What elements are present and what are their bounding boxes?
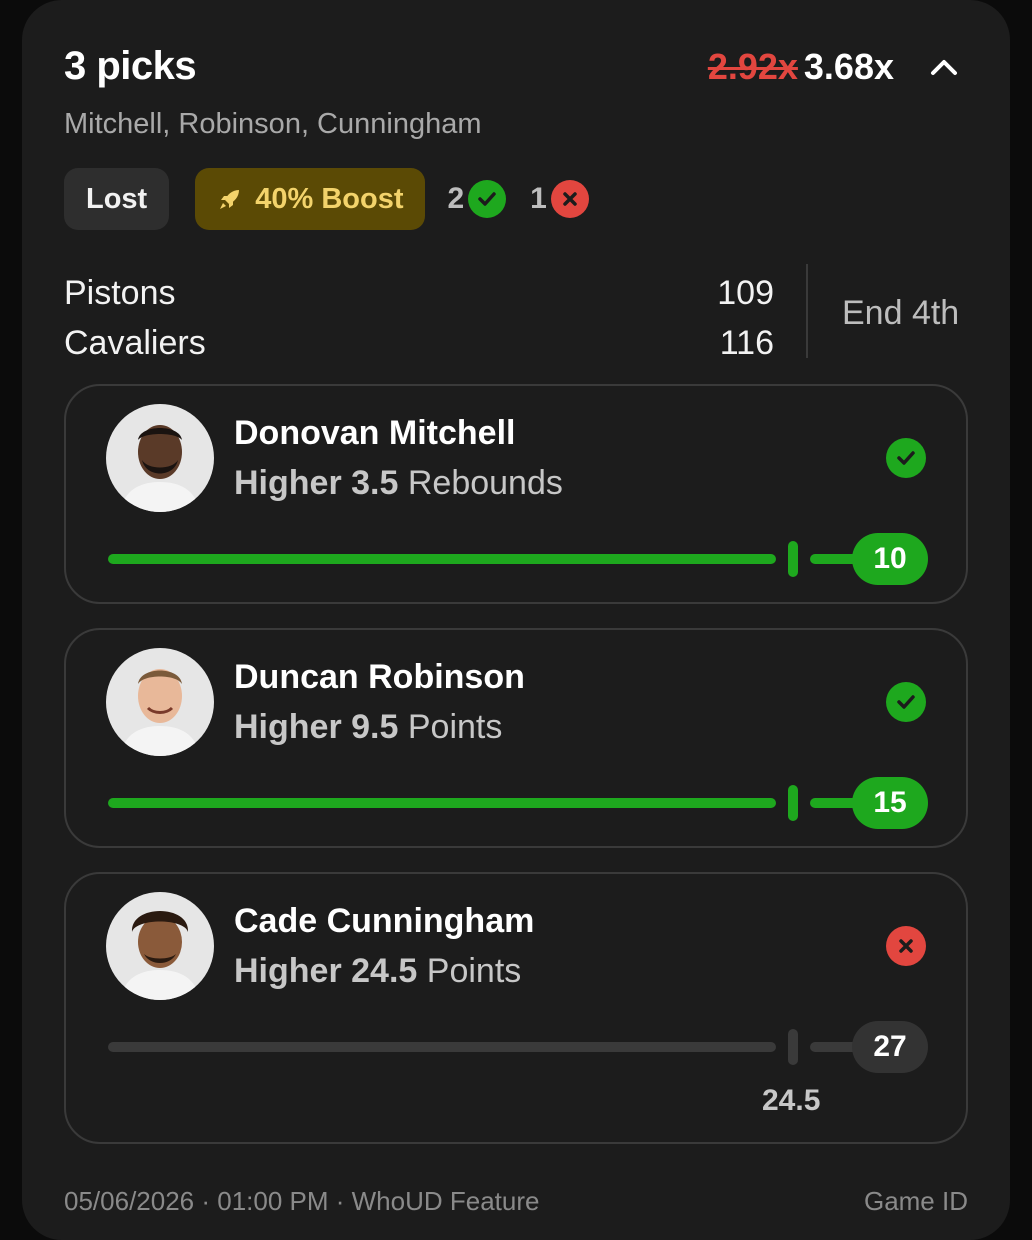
progress-bar bbox=[108, 798, 776, 808]
payout-multiplier: 2.92x 3.68x bbox=[708, 46, 894, 88]
actual-value: 27 bbox=[852, 1021, 928, 1073]
line-marker bbox=[788, 1029, 798, 1065]
boost-label: 40% Boost bbox=[255, 182, 404, 215]
new-multiplier: 3.68x bbox=[803, 46, 894, 87]
status-badge: Lost bbox=[64, 168, 170, 230]
x-circle-icon bbox=[886, 926, 926, 966]
pick-line: Higher 24.5 Points bbox=[234, 952, 521, 991]
game-id-label: Game ID bbox=[863, 1186, 968, 1216]
pick-stat: Points bbox=[426, 952, 522, 990]
player-name: Donovan Mitchell bbox=[234, 414, 516, 452]
players-subtitle: Mitchell, Robinson, Cunningham bbox=[64, 108, 482, 140]
x-circle-icon bbox=[550, 180, 589, 218]
pick-stat: Points bbox=[407, 708, 503, 746]
old-multiplier: 2.92x bbox=[707, 46, 798, 87]
progress-bar bbox=[108, 1042, 776, 1052]
wins-number: 2 bbox=[447, 182, 465, 215]
entry-timestamp: 05/06/2026 · 01:00 PM · WhoUD Feature bbox=[64, 1186, 540, 1216]
wins-count: 2 bbox=[447, 180, 507, 218]
picks-title: 3 picks bbox=[64, 44, 197, 88]
team-name: Pistons bbox=[64, 273, 176, 312]
pick-direction: Higher bbox=[234, 952, 342, 990]
line-label: 24.5 bbox=[762, 1084, 821, 1117]
status-badges: Lost 40% Boost 2 1 bbox=[64, 168, 589, 230]
pick-card[interactable]: Donovan Mitchell Higher 3.5 Rebounds 10 bbox=[64, 384, 968, 604]
pick-line-value: 9.5 bbox=[351, 708, 399, 746]
check-circle-icon bbox=[468, 180, 507, 218]
team-score: 116 bbox=[719, 323, 774, 362]
pick-stat: Rebounds bbox=[407, 464, 563, 502]
chevron-up-icon[interactable] bbox=[930, 58, 958, 76]
line-marker bbox=[788, 541, 798, 577]
check-circle-icon bbox=[886, 682, 926, 722]
player-avatar bbox=[106, 404, 214, 512]
player-avatar bbox=[106, 892, 214, 1000]
actual-value: 10 bbox=[852, 533, 928, 585]
player-avatar bbox=[106, 648, 214, 756]
check-circle-icon bbox=[886, 438, 926, 478]
progress-bar bbox=[108, 554, 776, 564]
team-score: 109 bbox=[717, 273, 774, 312]
pick-line-value: 3.5 bbox=[351, 464, 399, 502]
losses-number: 1 bbox=[530, 182, 547, 215]
actual-value: 15 bbox=[852, 777, 928, 829]
pick-direction: Higher bbox=[234, 708, 342, 746]
game-status: End 4th bbox=[842, 294, 960, 332]
team-row: Pistons 109 bbox=[64, 268, 774, 318]
pick-line: Higher 3.5 Rebounds bbox=[234, 464, 563, 503]
player-name: Cade Cunningham bbox=[234, 902, 535, 940]
rocket-icon bbox=[220, 190, 240, 209]
player-name: Duncan Robinson bbox=[234, 658, 525, 696]
team-name: Cavaliers bbox=[64, 323, 206, 362]
pick-line-value: 24.5 bbox=[351, 952, 418, 990]
entry-footer: 05/06/2026 · 01:00 PM · WhoUD Feature Ga… bbox=[64, 1186, 968, 1217]
line-marker bbox=[788, 785, 798, 821]
team-row: Cavaliers 116 bbox=[64, 318, 774, 368]
game-score: Pistons 109 Cavaliers 116 bbox=[64, 268, 774, 368]
pick-direction: Higher bbox=[234, 464, 342, 502]
score-divider bbox=[806, 264, 808, 358]
losses-count: 1 bbox=[530, 180, 589, 218]
pick-card[interactable]: Cade Cunningham Higher 24.5 Points 27 24… bbox=[64, 872, 968, 1144]
pick-card[interactable]: Duncan Robinson Higher 9.5 Points 15 bbox=[64, 628, 968, 848]
boost-badge: 40% Boost bbox=[195, 168, 426, 230]
pick-line: Higher 9.5 Points bbox=[234, 708, 502, 747]
